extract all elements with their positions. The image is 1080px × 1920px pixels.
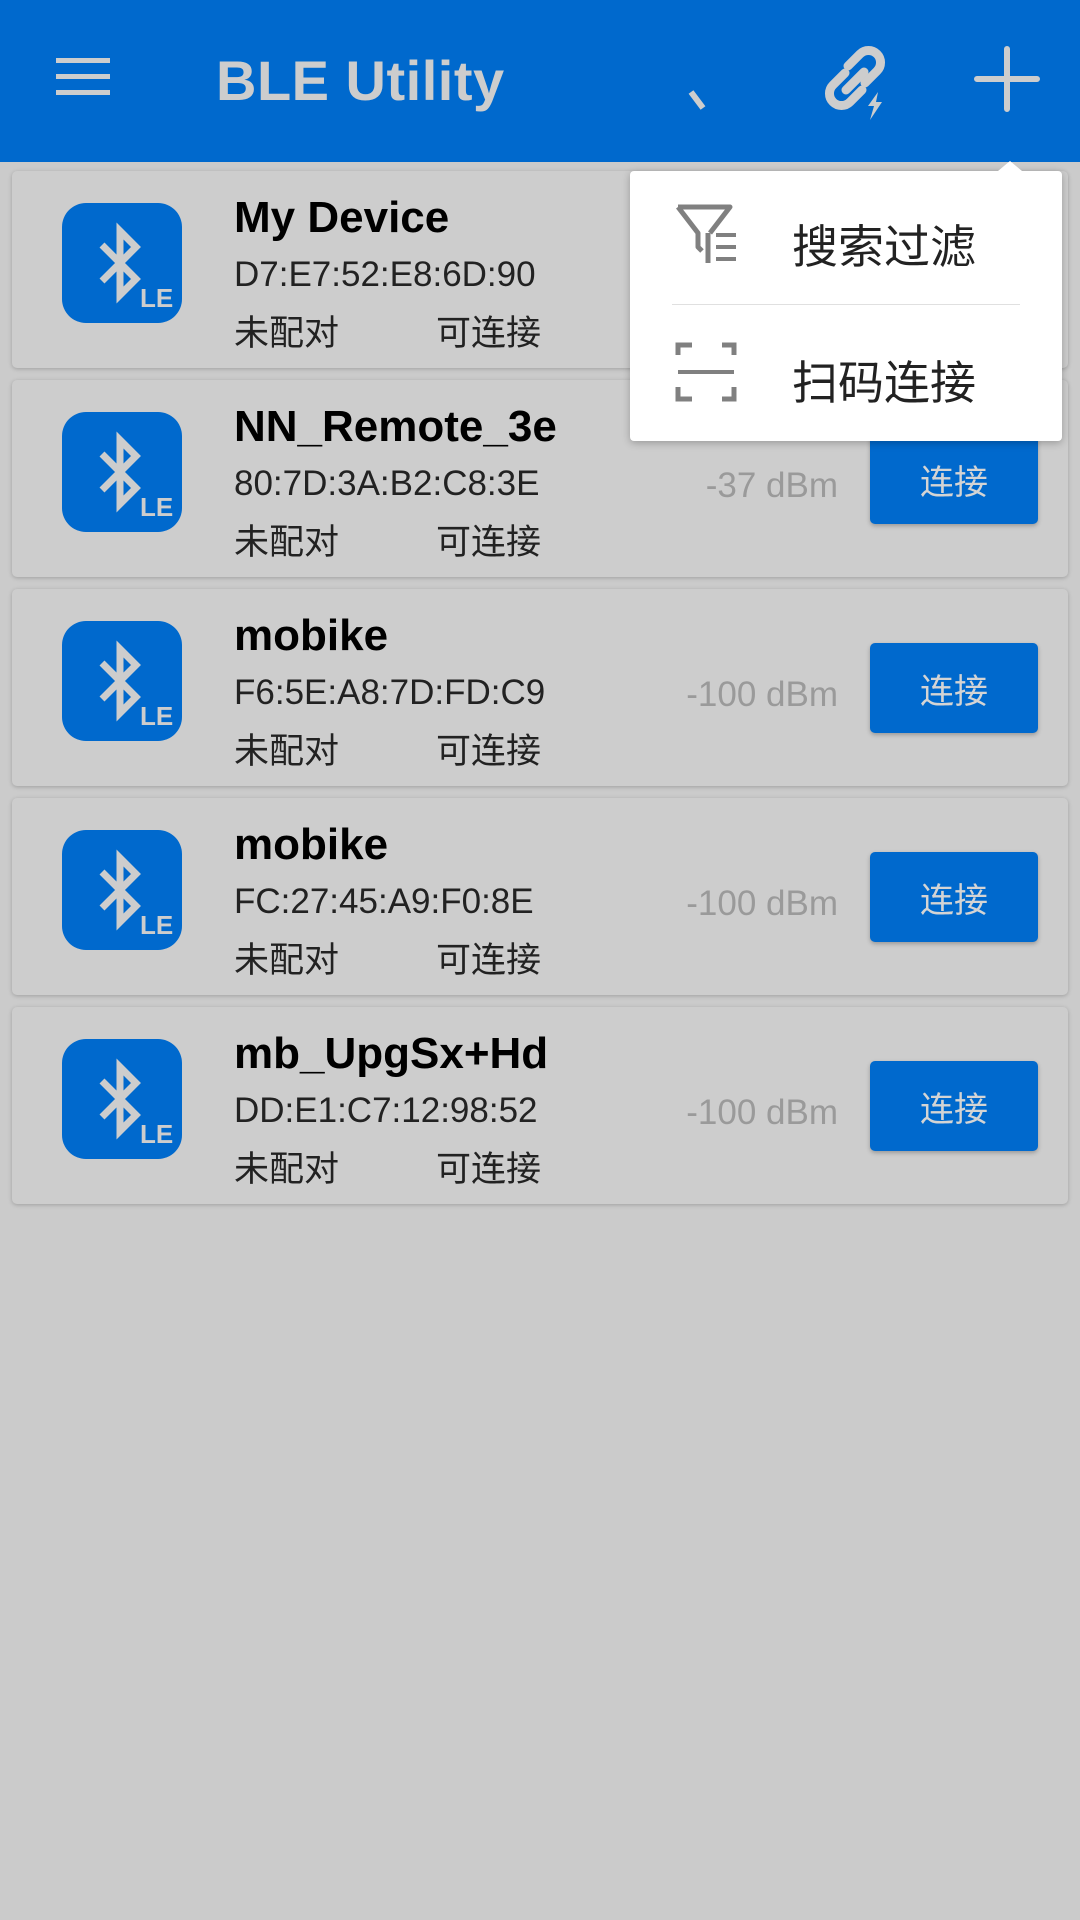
le-badge: LE xyxy=(140,492,173,522)
menu-item-scan-connect[interactable]: 扫码连接 xyxy=(630,307,1062,441)
menu-icon[interactable] xyxy=(54,52,114,102)
connectable-status: 可连接 xyxy=(436,523,542,563)
bluetooth-le-icon: LE xyxy=(62,621,182,741)
connectable-status: 可连接 xyxy=(436,1150,542,1190)
popup-menu: 搜索过滤 扫码连接 xyxy=(630,161,1062,441)
connect-button[interactable]: 连接 xyxy=(870,434,1038,524)
bluetooth-le-icon: LE xyxy=(62,203,182,323)
menu-item-label: 搜索过滤 xyxy=(792,220,976,274)
rssi-value: -37 dBm xyxy=(705,466,838,505)
device-card[interactable]: LE mobike F6:5E:A8:7D:FD:C9 未配对 可连接 -100… xyxy=(12,589,1068,786)
device-mac: DD:E1:C7:12:98:52 xyxy=(234,1091,538,1130)
pair-status: 未配对 xyxy=(234,314,340,354)
pair-status: 未配对 xyxy=(234,1150,340,1190)
device-name: mb_UpgSx+Hd xyxy=(234,1029,549,1078)
rssi-value: -100 dBm xyxy=(686,884,838,923)
device-mac: F6:5E:A8:7D:FD:C9 xyxy=(234,673,546,712)
pair-status: 未配对 xyxy=(234,941,340,981)
bluetooth-le-icon: LE xyxy=(62,1039,182,1159)
filter-icon xyxy=(676,204,736,263)
connect-button[interactable]: 连接 xyxy=(870,852,1038,942)
plus-icon[interactable] xyxy=(972,44,1042,114)
connect-button[interactable]: 连接 xyxy=(870,643,1038,733)
device-mac: FC:27:45:A9:F0:8E xyxy=(234,882,534,921)
connectable-status: 可连接 xyxy=(436,941,542,981)
connect-button[interactable]: 连接 xyxy=(870,1061,1038,1151)
device-name: My Device xyxy=(234,193,450,242)
app-title: BLE Utility xyxy=(216,49,505,112)
loading-spinner-icon xyxy=(688,90,706,110)
bluetooth-le-icon: LE xyxy=(62,830,182,950)
app-bar: BLE Utility xyxy=(0,0,1080,162)
le-badge: LE xyxy=(140,910,173,940)
device-name: mobike xyxy=(234,611,389,660)
rssi-value: -100 dBm xyxy=(686,1093,838,1132)
menu-divider xyxy=(672,304,1020,305)
device-mac: 80:7D:3A:B2:C8:3E xyxy=(234,464,540,503)
device-card[interactable]: LE mb_UpgSx+Hd DD:E1:C7:12:98:52 未配对 可连接… xyxy=(12,1007,1068,1204)
connectable-status: 可连接 xyxy=(436,732,542,772)
rssi-value: -100 dBm xyxy=(686,675,838,714)
device-name: mobike xyxy=(234,820,389,869)
le-badge: LE xyxy=(140,1119,173,1149)
popup-arrow xyxy=(998,161,1022,171)
pair-status: 未配对 xyxy=(234,732,340,772)
le-badge: LE xyxy=(140,283,173,313)
device-mac: D7:E7:52:E8:6D:90 xyxy=(234,255,536,294)
menu-item-label: 扫码连接 xyxy=(792,356,976,410)
bluetooth-le-icon: LE xyxy=(62,412,182,532)
le-badge: LE xyxy=(140,701,173,731)
device-name: NN_Remote_3e xyxy=(234,402,557,451)
connectable-status: 可连接 xyxy=(436,314,542,354)
menu-item-search-filter[interactable]: 搜索过滤 xyxy=(630,171,1062,305)
pair-status: 未配对 xyxy=(234,523,340,563)
scan-code-icon xyxy=(675,342,737,402)
link-bolt-icon[interactable] xyxy=(816,40,896,126)
device-card[interactable]: LE mobike FC:27:45:A9:F0:8E 未配对 可连接 -100… xyxy=(12,798,1068,995)
